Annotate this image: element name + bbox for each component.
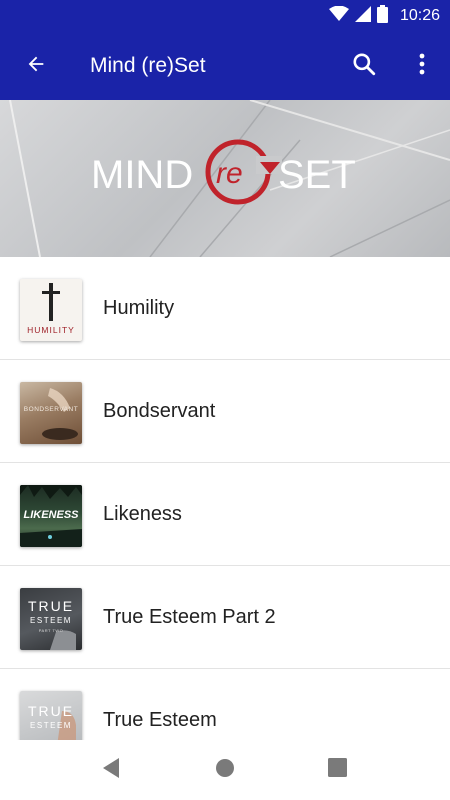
cellular-icon	[354, 5, 371, 27]
thumbnail-text: TRUE	[27, 598, 75, 614]
logo-right-text: SET	[278, 153, 356, 197]
logo-left-text: MIND	[91, 153, 193, 197]
list-item[interactable]: LIKENESS Likeness	[0, 463, 450, 566]
page-title: Mind (re)Set	[90, 54, 206, 77]
series-title: Bondservant	[103, 400, 216, 422]
wifi-icon	[328, 5, 349, 27]
back-triangle-icon	[101, 757, 121, 784]
status-time: 10:26	[399, 7, 440, 24]
arrow-back-icon	[25, 53, 47, 80]
list-item[interactable]: HUMILITY Humility	[0, 257, 450, 360]
list-item[interactable]: BONDSERVANT Bondservant	[0, 360, 450, 463]
recents-square-icon	[327, 758, 347, 782]
thumbnail-text: LIKENESS	[23, 509, 79, 521]
series-banner: MIND re SET	[0, 100, 450, 257]
more-vert-icon	[418, 52, 426, 81]
logo-mid-text: re	[216, 157, 243, 190]
series-title: True Esteem Part 2	[103, 606, 276, 628]
nav-home-button[interactable]	[209, 754, 241, 786]
status-bar: 10:26	[0, 0, 450, 32]
nav-back-button[interactable]	[95, 754, 127, 786]
nav-recents-button[interactable]	[321, 754, 353, 786]
battery-icon	[376, 4, 388, 28]
thumbnail-subtext: ESTEEM	[30, 721, 72, 730]
app-bar: Mind (re)Set	[0, 32, 450, 100]
system-nav-bar	[0, 740, 450, 800]
thumbnail-part-label: PART TWO	[38, 628, 64, 633]
series-thumbnail: TRUE ESTEEM PART TWO	[20, 588, 82, 650]
series-thumbnail: TRUE ESTEEM	[20, 691, 82, 740]
home-circle-icon	[215, 758, 235, 783]
series-thumbnail: HUMILITY	[20, 279, 82, 341]
search-button[interactable]	[344, 46, 384, 86]
thumbnail-text: HUMILITY	[27, 325, 75, 335]
series-title: Humility	[103, 297, 175, 319]
series-thumbnail: LIKENESS	[20, 485, 82, 547]
status-icons: 10:26	[328, 0, 440, 32]
series-list: HUMILITY Humility BONDSERVANT Bondservan…	[0, 257, 450, 740]
thumbnail-text: TRUE	[27, 703, 75, 719]
more-options-button[interactable]	[402, 46, 442, 86]
search-icon	[351, 51, 377, 82]
series-thumbnail: BONDSERVANT	[20, 382, 82, 444]
thumbnail-subtext: ESTEEM	[30, 616, 72, 625]
list-item[interactable]: TRUE ESTEEM PART TWO True Esteem Part 2	[0, 566, 450, 669]
mind-reset-logo: MIND re SET	[91, 139, 356, 205]
back-button[interactable]	[16, 46, 56, 86]
bowl-image	[42, 388, 78, 440]
series-title: True Esteem	[103, 709, 217, 731]
series-title: Likeness	[103, 503, 182, 525]
thumbnail-text: BONDSERVANT	[23, 406, 79, 413]
list-item[interactable]: TRUE ESTEEM True Esteem	[0, 669, 450, 740]
